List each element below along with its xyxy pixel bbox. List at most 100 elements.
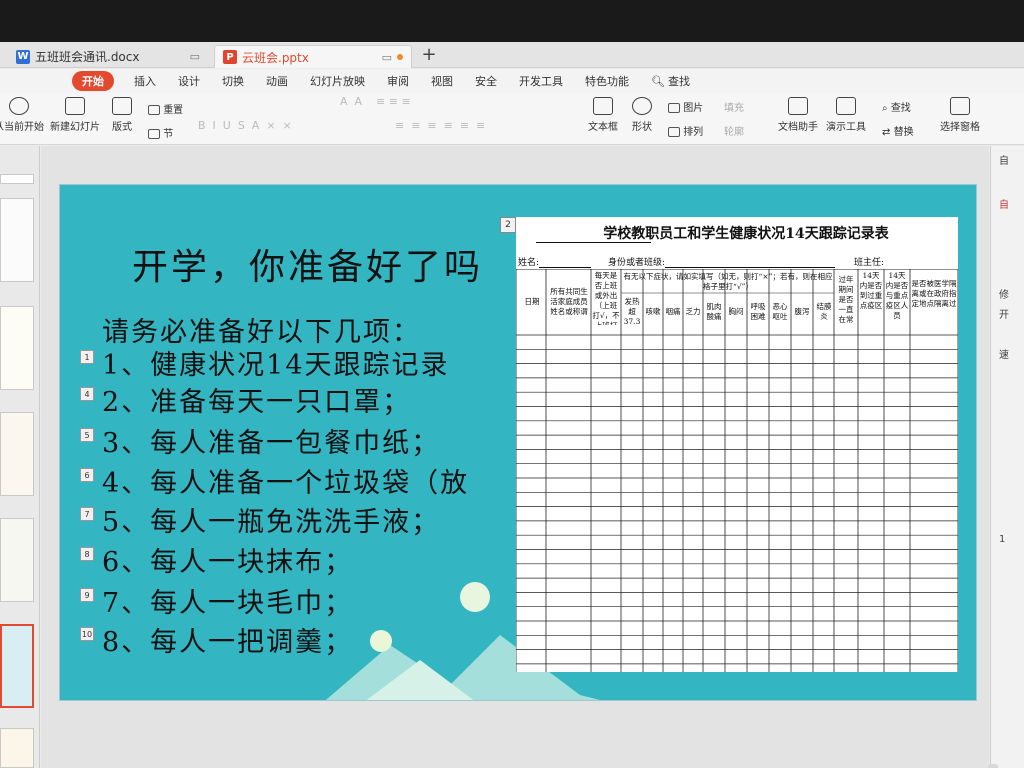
- new-slide-button[interactable]: 新建幻灯片: [50, 97, 100, 133]
- health-tracking-form-image[interactable]: 学校教职员工和学生健康状况14天跟踪记录表 姓名: 身份或者班级: 班主任: 日…: [516, 217, 958, 672]
- layout-button[interactable]: 版式: [112, 97, 132, 133]
- slide-thumbnail[interactable]: [0, 412, 34, 496]
- list-item[interactable]: 1、健康状况14天跟踪记录: [102, 347, 450, 384]
- monitor-icon[interactable]: ▭: [382, 51, 392, 64]
- shape-icon: [632, 97, 652, 115]
- header-symptoms: 有无以下症状，请如实填写（如无，则打“×”；若有，则在相应格子里打“√”）: [623, 272, 833, 291]
- shape-label: 形状: [632, 122, 652, 133]
- word-doc-icon: W: [16, 49, 30, 64]
- menu-slideshow[interactable]: 幻灯片放映: [310, 71, 365, 91]
- menu-transition[interactable]: 切换: [222, 71, 244, 91]
- picture-button[interactable]: 图片: [668, 99, 703, 114]
- slide-subtitle[interactable]: 请务必准备好以下几项：: [102, 310, 421, 349]
- header-key-area: 14天内是否到过重点疫区: [859, 271, 883, 310]
- pane-text[interactable]: 自: [999, 196, 1009, 211]
- slide-editing-area: 开学，你准备好了吗 请务必准备好以下几项： 1 1、健康状况14天跟踪记录 4 …: [41, 146, 989, 768]
- menu-search-label: 查找: [667, 75, 690, 88]
- form-table-grid: [516, 269, 958, 672]
- slide-thumbnail[interactable]: [0, 198, 34, 282]
- arrange-button[interactable]: 排列: [668, 123, 703, 138]
- present-tool-button[interactable]: 演示工具: [826, 97, 866, 133]
- header-fatigue: 乏力: [685, 307, 701, 316]
- find-button[interactable]: ⌕ 查找: [882, 99, 911, 114]
- section-button[interactable]: 节: [148, 125, 173, 140]
- slide-title[interactable]: 开学，你准备好了吗: [132, 238, 483, 290]
- textbox-button[interactable]: 文本框: [588, 97, 618, 133]
- animation-order-badge[interactable]: 10: [80, 627, 94, 641]
- paragraph-controls[interactable]: ≡ ≡ ≡ ≡ ≡ ≡: [395, 119, 485, 132]
- list-item[interactable]: 4、每人准备一个垃圾袋（放: [102, 465, 469, 502]
- header-cough: 咳嗽: [645, 307, 661, 316]
- shape-button[interactable]: 形状: [632, 97, 652, 133]
- form-name-field: 姓名:: [518, 255, 592, 268]
- picture-icon: [668, 103, 680, 113]
- list-item[interactable]: 8、每人一把调羹；: [102, 624, 353, 661]
- list-item[interactable]: 2、准备每天一只口罩；: [102, 384, 411, 421]
- outline-button[interactable]: 轮廓: [724, 123, 744, 138]
- menu-security[interactable]: 安全: [475, 71, 497, 91]
- animation-order-badge[interactable]: 6: [80, 468, 94, 482]
- reset-button[interactable]: 重置: [148, 101, 183, 116]
- animation-order-badge[interactable]: 7: [80, 507, 94, 521]
- menu-design[interactable]: 设计: [178, 71, 200, 91]
- moon-decoration: [460, 582, 490, 612]
- tab-pptx[interactable]: P 云班会.pptx ▭: [214, 45, 412, 68]
- list-item[interactable]: 3、每人准备一包餐巾纸；: [102, 425, 440, 462]
- menu-insert[interactable]: 插入: [134, 71, 156, 91]
- animation-order-badge[interactable]: 5: [80, 428, 94, 442]
- menu-developer[interactable]: 开发工具: [519, 71, 563, 91]
- scrollbar-thumb[interactable]: [988, 764, 998, 768]
- list-item[interactable]: 6、每人一块抹布；: [102, 544, 353, 581]
- present-tool-icon: [836, 97, 856, 115]
- layout-icon: [112, 97, 132, 115]
- header-muscle: 肌肉酸痛: [706, 302, 722, 321]
- animation-order-badge[interactable]: 9: [80, 588, 94, 602]
- menu-bar: 开始 插入 设计 切换 动画 幻灯片放映 审阅 视图 安全 开发工具 特色功能 …: [0, 69, 1024, 93]
- play-from-current-button[interactable]: 从当前开始: [0, 97, 44, 133]
- replace-button[interactable]: ⇄ 替换: [882, 123, 914, 138]
- fill-button[interactable]: 填充: [724, 99, 744, 114]
- slide-thumbnail[interactable]: [0, 306, 34, 390]
- form-teacher-label: 班主任:: [854, 258, 885, 268]
- header-family: 所有共同生活家庭成员姓名或称谓: [550, 287, 588, 316]
- header-stay: 过年期间是否一直在常: [838, 275, 854, 324]
- menu-review[interactable]: 审阅: [387, 71, 409, 91]
- menu-view[interactable]: 视图: [431, 71, 453, 91]
- menu-home[interactable]: 开始: [72, 71, 114, 91]
- search-icon: 🔍︎: [651, 74, 665, 88]
- new-tab-button[interactable]: +: [420, 44, 438, 65]
- menu-animation[interactable]: 动画: [266, 71, 288, 91]
- pane-text: 修: [999, 290, 1009, 301]
- slide-thumbnail[interactable]: [0, 174, 34, 184]
- animation-order-badge[interactable]: 8: [80, 547, 94, 561]
- slide-thumbnail-selected[interactable]: [0, 624, 34, 708]
- format-controls[interactable]: B I U S A × ×: [198, 119, 292, 132]
- pane-text: 1: [999, 534, 1006, 545]
- menu-features[interactable]: 特色功能: [585, 71, 629, 91]
- ppt-doc-icon: P: [223, 50, 237, 64]
- find-label: 查找: [890, 103, 911, 114]
- doc-helper-icon: [788, 97, 808, 115]
- unsaved-dot-icon: [397, 54, 403, 60]
- list-item[interactable]: 7、每人一块毛巾；: [102, 585, 353, 622]
- slide-thumbnail[interactable]: [0, 728, 34, 768]
- list-item[interactable]: 5、每人一瓶免洗洗手液；: [102, 504, 440, 541]
- font-size-controls[interactable]: A A ≡ ≡ ≡: [340, 95, 411, 108]
- header-chest: 胸闷: [728, 307, 744, 316]
- animation-order-badge[interactable]: 2: [500, 217, 516, 233]
- animation-order-badge[interactable]: 1: [80, 350, 94, 364]
- tab-pptx-label: 云班会.pptx: [242, 50, 309, 65]
- document-tab-bar: W 五班班会通讯.docx ▭ P 云班会.pptx ▭ +: [0, 42, 1024, 68]
- pane-text: 开: [999, 310, 1009, 321]
- tab-docx[interactable]: W 五班班会通讯.docx ▭: [8, 45, 208, 68]
- slide-thumbnail[interactable]: [0, 518, 34, 602]
- select-pane-button[interactable]: 选择窗格: [940, 97, 980, 133]
- doc-helper-button[interactable]: 文档助手: [778, 97, 818, 133]
- new-slide-icon: [65, 97, 85, 115]
- animation-order-badge[interactable]: 4: [80, 387, 94, 401]
- arrange-label: 排列: [683, 127, 704, 138]
- monitor-icon[interactable]: ▭: [190, 50, 200, 63]
- replace-label: 替换: [893, 127, 914, 138]
- current-slide[interactable]: 开学，你准备好了吗 请务必准备好以下几项： 1 1、健康状况14天跟踪记录 4 …: [59, 184, 977, 701]
- menu-search[interactable]: 🔍︎ 查找: [651, 73, 690, 89]
